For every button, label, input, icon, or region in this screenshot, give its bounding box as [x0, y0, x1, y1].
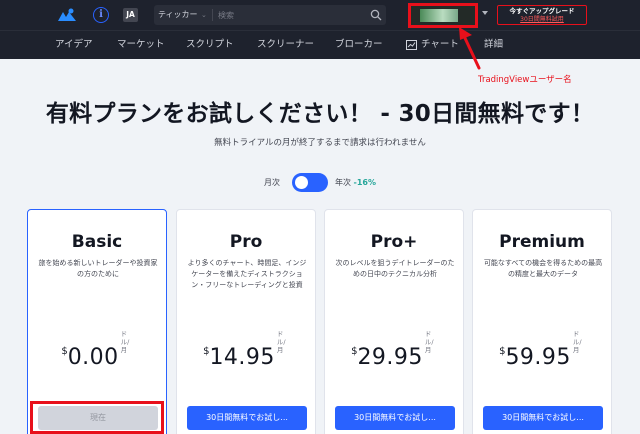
- start-trial-button-premium[interactable]: 30日間無料でお試し...: [483, 406, 603, 430]
- price-amount: 59.95: [505, 345, 571, 370]
- billing-yearly-text: 年次: [335, 178, 351, 187]
- upgrade-label: 今すぐアップグレード: [509, 7, 575, 15]
- upgrade-button[interactable]: 今すぐアップグレード 30日間無料試用: [497, 5, 587, 25]
- nav-item-chart[interactable]: チャート: [421, 31, 459, 60]
- toggle-knob: [295, 176, 308, 189]
- search-divider: [212, 9, 213, 21]
- start-trial-button-pro[interactable]: 30日間無料でお試し...: [187, 406, 307, 430]
- search-bar[interactable]: ティッカー ⌄: [154, 5, 386, 25]
- nav-item-screeners[interactable]: スクリーナー: [257, 31, 314, 60]
- plan-name: Premium: [499, 232, 585, 252]
- nav-item-more[interactable]: 詳細: [484, 31, 503, 60]
- billing-monthly-label[interactable]: 月次: [264, 176, 280, 190]
- plan-price: $14.95ドル/月: [177, 330, 315, 370]
- main-nav: アイデア マーケット スクリプト スクリーナー ブローカー チャート 詳細: [0, 30, 640, 59]
- plan-price: $29.95ドル/月: [325, 330, 463, 370]
- user-menu-chevron-icon[interactable]: [482, 11, 488, 15]
- page-title: 有料プランをお試しください！ - 30日間無料です！: [45, 101, 595, 127]
- plan-price: $59.95ドル/月: [473, 330, 611, 370]
- price-unit: ドル/月: [424, 330, 434, 354]
- language-button[interactable]: JA: [123, 8, 138, 22]
- plan-description: より多くのチャート、時間足、インジケーターを備えたディストラクション・フリーなト…: [187, 259, 307, 289]
- plan-name: Pro+: [370, 232, 418, 252]
- discount-badge: -16%: [353, 178, 377, 187]
- plan-name: Basic: [71, 232, 123, 252]
- plan-name: Pro: [229, 232, 263, 252]
- search-icon[interactable]: [370, 9, 382, 21]
- user-avatar[interactable]: [420, 9, 458, 22]
- plan-description: 次のレベルを狙うデイトレーダーのための日中のテクニカル分析: [335, 259, 455, 278]
- price-unit: ドル/月: [120, 330, 130, 354]
- price-amount: 14.95: [209, 345, 275, 370]
- nav-item-markets[interactable]: マーケット: [117, 31, 165, 60]
- top-bar: i JA ティッカー ⌄ 今すぐアップグレード 30日間無料試用: [0, 0, 640, 30]
- info-icon[interactable]: i: [93, 7, 109, 23]
- search-input[interactable]: [218, 7, 358, 23]
- annotation-arrow-icon: [459, 27, 481, 70]
- billing-toggle[interactable]: [292, 173, 328, 192]
- ticker-selector[interactable]: ティッカー: [158, 5, 198, 25]
- nav-item-brokers[interactable]: ブローカー: [335, 31, 383, 60]
- price-unit: ドル/月: [572, 330, 582, 354]
- current-plan-highlight: [30, 401, 164, 434]
- plan-card-pro: Pro より多くのチャート、時間足、インジケーターを備えたディストラクション・フ…: [176, 209, 316, 434]
- plan-description: 旅を始める新しいトレーダーや投資家の方のために: [38, 259, 158, 278]
- price-amount: 0.00: [67, 345, 119, 370]
- page-subtitle: 無料トライアルの月が終了するまで請求は行われません: [214, 138, 426, 148]
- plan-card-premium: Premium 可能なすべての機会を得るための最高の精度と最大のデータ $59.…: [472, 209, 612, 434]
- billing-yearly-label[interactable]: 年次 -16%: [335, 176, 376, 190]
- price-amount: 29.95: [357, 345, 423, 370]
- nav-item-ideas[interactable]: アイデア: [55, 31, 93, 60]
- annotation-label: TradingViewユーザー名: [478, 75, 572, 85]
- price-unit: ドル/月: [276, 330, 286, 354]
- chart-icon[interactable]: [406, 40, 417, 50]
- trial-label: 30日間無料試用: [520, 16, 564, 23]
- start-trial-button-pro-plus[interactable]: 30日間無料でお試し...: [335, 406, 455, 430]
- plan-description: 可能なすべての機会を得るための最高の精度と最大のデータ: [483, 259, 603, 278]
- chevron-down-icon[interactable]: ⌄: [201, 5, 207, 25]
- nav-item-scripts[interactable]: スクリプト: [186, 31, 234, 60]
- plan-card-pro-plus: Pro+ 次のレベルを狙うデイトレーダーのための日中のテクニカル分析 $29.9…: [324, 209, 464, 434]
- plan-price: $0.00ドル/月: [28, 330, 166, 370]
- tradingview-logo-icon[interactable]: [56, 8, 78, 22]
